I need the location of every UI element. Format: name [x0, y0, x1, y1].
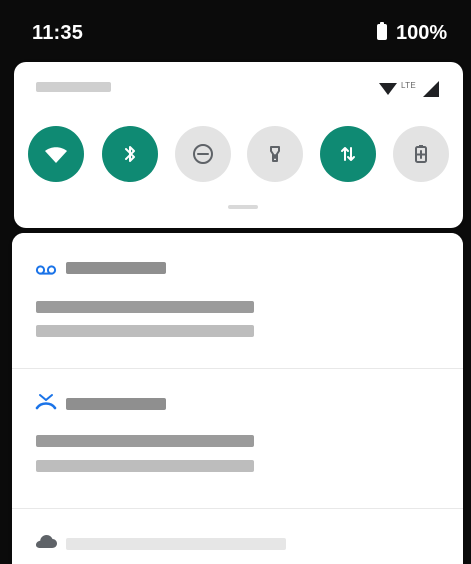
notification-text-placeholder: [36, 325, 254, 337]
tile-mobile-data[interactable]: [320, 126, 376, 182]
wifi-icon: [45, 147, 67, 163]
notification-card[interactable]: [12, 369, 463, 508]
missed-call-icon: [35, 394, 57, 410]
notification-title-placeholder: [66, 262, 166, 274]
tile-bluetooth[interactable]: [102, 126, 158, 182]
do-not-disturb-icon: [193, 144, 213, 164]
mobile-data-icon: [341, 147, 355, 161]
battery-percentage: 100%: [396, 22, 448, 44]
cloud-icon: [36, 535, 57, 548]
battery-icon: [377, 22, 387, 40]
battery-saver-icon: [415, 145, 427, 163]
android-notification-shade: 11:35 100% LTE: [0, 0, 471, 564]
cell-signal-icon: [423, 81, 439, 97]
quick-settings-panel: LTE: [14, 62, 463, 228]
tile-flashlight[interactable]: [247, 126, 303, 182]
lte-label: LTE: [401, 81, 416, 90]
notification-text-placeholder: [36, 435, 254, 447]
quick-settings-expand-handle[interactable]: [228, 205, 258, 209]
notification-title-placeholder: [66, 538, 286, 550]
status-time: 11:35: [32, 22, 84, 44]
status-bar: 11:35 100%: [0, 0, 471, 62]
notification-card[interactable]: [12, 509, 463, 564]
voicemail-icon: [35, 265, 57, 275]
tile-wifi[interactable]: [28, 126, 84, 182]
notification-text-placeholder: [36, 301, 254, 313]
quick-settings-header-placeholder: [36, 82, 111, 92]
wifi-signal-icon: [379, 83, 397, 95]
tile-battery-saver[interactable]: [393, 126, 449, 182]
notification-title-placeholder: [66, 398, 166, 410]
notification-card[interactable]: [12, 233, 463, 368]
bluetooth-icon: [125, 146, 135, 162]
tile-do-not-disturb[interactable]: [175, 126, 231, 182]
network-status: LTE: [379, 79, 449, 99]
flashlight-icon: [270, 146, 280, 162]
notification-list: [12, 233, 463, 564]
notification-text-placeholder: [36, 460, 254, 472]
